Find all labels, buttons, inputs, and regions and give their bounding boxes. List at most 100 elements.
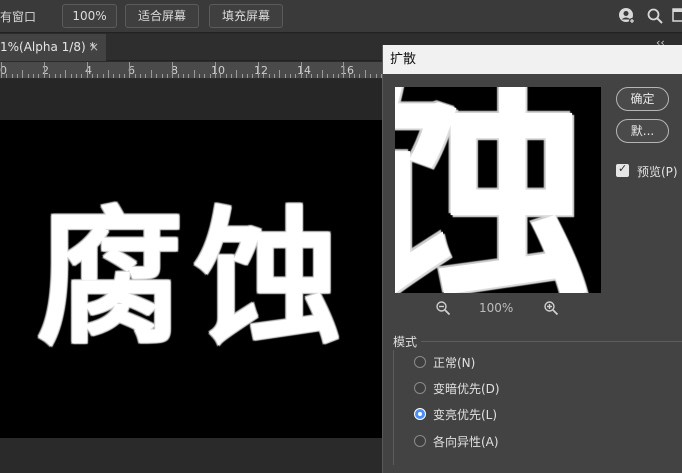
ruler-tick xyxy=(118,74,120,78)
ruler-tick xyxy=(225,74,227,78)
preview-box[interactable]: 蚀 xyxy=(395,87,601,293)
radio-button[interactable] xyxy=(414,435,426,447)
ruler-tick xyxy=(236,70,238,78)
ruler-tick xyxy=(279,70,281,78)
ruler-tick xyxy=(49,74,51,78)
preview-text: 蚀 xyxy=(395,87,593,293)
ruler-tick xyxy=(300,62,302,78)
search-icon[interactable] xyxy=(646,7,664,25)
ruler-label: 14 xyxy=(297,64,311,77)
radio-button-selected[interactable] xyxy=(414,408,426,420)
ruler-tick xyxy=(91,74,93,78)
ruler-tick xyxy=(364,70,366,78)
preview-checkbox-label: 预览(P) xyxy=(637,165,678,179)
ruler-tick xyxy=(65,70,67,78)
ruler-tick xyxy=(354,74,356,78)
document-tab[interactable]: 1%(Alpha 1/8) * × xyxy=(0,34,106,61)
radio-button[interactable] xyxy=(414,382,426,394)
diffuse-dialog: 扩散 蚀 100% 确定 默... ✓ 预览(P) 正常(N) 变暗优先(D) xyxy=(382,45,682,473)
ruler-tick xyxy=(343,62,345,78)
ok-button[interactable]: 确定 xyxy=(616,87,669,111)
ruler-tick xyxy=(54,74,56,78)
workspace-pasteboard xyxy=(0,438,382,473)
ruler-tick xyxy=(129,62,131,78)
ruler-tick xyxy=(215,62,216,78)
ruler-label: 10 xyxy=(211,64,225,77)
preview-zoom-value: 100% xyxy=(479,301,514,315)
ruler-tick xyxy=(140,74,142,78)
ruler-label: 16 xyxy=(340,64,354,77)
ruler-tick xyxy=(263,74,265,78)
preview-checkbox[interactable]: ✓ xyxy=(616,162,629,177)
ruler-tick xyxy=(284,74,286,78)
mode-option-label: 变暗优先(D) xyxy=(433,382,500,396)
ruler-tick xyxy=(81,74,83,78)
ruler-tick xyxy=(75,74,77,78)
ruler-tick xyxy=(322,70,323,78)
ruler-tick xyxy=(22,70,24,78)
document-canvas[interactable]: 腐蚀 xyxy=(0,120,382,438)
ruler-tick xyxy=(38,74,40,78)
ruler-tick xyxy=(193,70,195,78)
zoom-out-icon[interactable] xyxy=(435,300,451,316)
ruler-tick xyxy=(27,74,29,78)
ruler-tick xyxy=(43,62,45,78)
ruler-tick xyxy=(209,74,211,78)
ruler-tick xyxy=(172,62,174,78)
ruler-tick xyxy=(156,74,158,78)
dialog-title[interactable]: 扩散 xyxy=(383,45,682,74)
ruler-tick xyxy=(370,74,372,78)
ruler-tick xyxy=(311,74,313,78)
ruler-tick xyxy=(359,74,361,78)
fit-screen-button[interactable]: 适合屏幕 xyxy=(125,4,199,28)
ruler-tick xyxy=(289,74,291,78)
ruler-tick xyxy=(247,74,249,78)
ruler-tick xyxy=(295,74,297,78)
zoom-100-button[interactable]: 100% xyxy=(62,4,117,28)
ruler-tick xyxy=(182,74,184,78)
preview-zoom-row: 100% xyxy=(395,299,601,319)
ruler-tick xyxy=(231,74,233,78)
ruler-tick xyxy=(97,74,99,78)
mode-option-label: 正常(N) xyxy=(433,356,476,370)
ruler-tick xyxy=(338,74,340,78)
ruler-tick xyxy=(241,74,243,78)
mode-legend: 模式 xyxy=(389,333,422,350)
ruler-tick xyxy=(108,70,109,78)
horizontal-ruler: 0 2 4 6 8 10 12 14 16 xyxy=(0,62,382,79)
canvas-text: 腐蚀 xyxy=(36,193,352,365)
ruler-tick xyxy=(198,74,200,78)
mode-group: 正常(N) 变暗优先(D) 变亮优先(L) 各向异性(A) xyxy=(393,341,682,465)
user-sync-icon[interactable] xyxy=(618,7,636,25)
ruler-tick xyxy=(17,74,19,78)
ruler-tick xyxy=(220,74,222,78)
ruler-tick xyxy=(305,74,307,78)
ruler-tick xyxy=(70,74,72,78)
workspace-icon[interactable] xyxy=(672,7,682,25)
ruler-tick xyxy=(11,74,13,78)
workspace[interactable]: 腐蚀 xyxy=(0,79,382,473)
options-bar: 有窗口 100% 适合屏幕 填充屏幕 xyxy=(0,0,682,33)
ruler-tick xyxy=(33,74,35,78)
ruler-tick xyxy=(268,74,270,78)
fill-screen-button[interactable]: 填充屏幕 xyxy=(209,4,283,28)
ruler-tick xyxy=(113,74,115,78)
ruler-tick xyxy=(316,74,318,78)
ruler-tick xyxy=(86,62,88,78)
ruler-tick xyxy=(102,74,104,78)
ruler-tick xyxy=(252,74,254,78)
all-windows-label[interactable]: 有窗口 xyxy=(0,8,36,25)
mode-option-label: 各向异性(A) xyxy=(433,435,499,449)
radio-button[interactable] xyxy=(414,356,426,368)
ruler-tick xyxy=(124,74,126,78)
ruler-tick xyxy=(161,74,163,78)
zoom-in-icon[interactable] xyxy=(543,300,559,316)
ruler-tick xyxy=(332,74,334,78)
ruler-tick xyxy=(150,70,152,78)
ruler-tick xyxy=(6,74,8,78)
close-icon[interactable]: × xyxy=(89,40,99,54)
ruler-tick xyxy=(177,74,179,78)
ruler-tick xyxy=(1,62,2,78)
checkmark-icon: ✓ xyxy=(618,162,628,175)
default-button[interactable]: 默... xyxy=(616,119,669,143)
